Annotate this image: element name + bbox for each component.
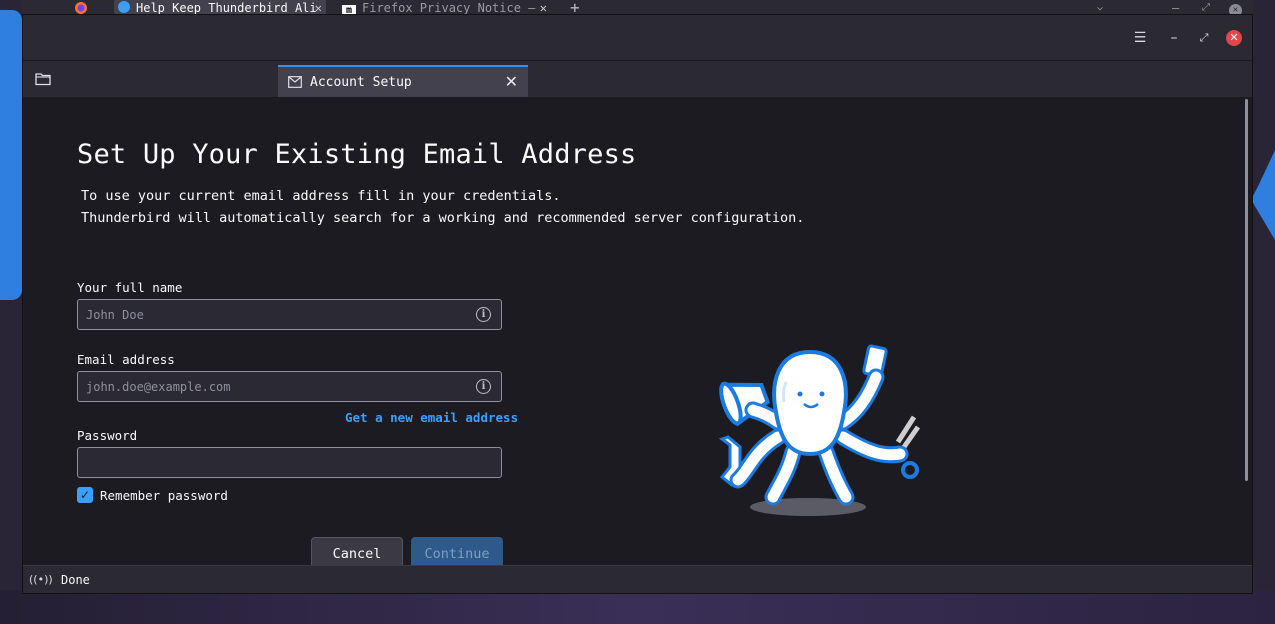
- password-input[interactable]: [78, 448, 501, 477]
- email-field: i: [77, 371, 502, 402]
- cancel-button[interactable]: Cancel: [311, 537, 403, 567]
- intro-line: To use your current email address fill i…: [81, 188, 561, 204]
- checkbox-checked-icon[interactable]: ✓: [77, 487, 93, 503]
- email-input[interactable]: [78, 372, 501, 401]
- account-setup-page: Set Up Your Existing Email Address To us…: [23, 97, 1252, 567]
- continue-button[interactable]: Continue: [411, 537, 503, 567]
- thunderbird-octopus-illustration: [718, 344, 921, 516]
- minimize-button[interactable]: –: [1165, 29, 1183, 47]
- remember-password-label: Remember password: [100, 487, 228, 503]
- activity-icon[interactable]: ((•)): [29, 573, 53, 587]
- tab-account-setup[interactable]: Account Setup ✕: [278, 65, 528, 97]
- password-field: [77, 447, 502, 478]
- full-name-field: i: [77, 299, 502, 330]
- intro-text: To use your current email address fill i…: [81, 185, 804, 229]
- status-bar: ((•)) Done: [23, 565, 1252, 593]
- close-icon[interactable]: ✕: [505, 72, 518, 91]
- info-icon[interactable]: i: [476, 379, 491, 394]
- mail-setup-icon: [288, 76, 302, 88]
- browser-tab-label: Help Keep Thunderbird Ali: [136, 1, 317, 15]
- desktop-wallpaper-stripe: [1251, 150, 1275, 240]
- desktop-wallpaper: [0, 590, 1275, 624]
- folder-icon[interactable]: [35, 71, 53, 87]
- tab-favicon-icon: [118, 1, 130, 13]
- desktop-wallpaper-stripe: [0, 10, 22, 300]
- scrollbar[interactable]: [1245, 99, 1248, 481]
- thunderbird-window: ☰ – ⤢ ✕ Account Setup ✕ Set Up Your Exis…: [22, 14, 1253, 594]
- menu-icon[interactable]: ☰: [1131, 29, 1149, 47]
- info-icon[interactable]: i: [476, 307, 491, 322]
- password-label: Password: [77, 428, 138, 443]
- get-new-email-link[interactable]: Get a new email address: [345, 410, 518, 425]
- remember-password-checkbox[interactable]: ✓ Remember password: [77, 487, 228, 503]
- browser-tab-label: Firefox Privacy Notice —: [362, 1, 536, 15]
- intro-line: Thunderbird will automatically search fo…: [81, 210, 805, 226]
- full-name-input[interactable]: [78, 300, 501, 329]
- email-label: Email address: [77, 352, 175, 367]
- status-text: Done: [61, 572, 90, 587]
- tabs-bar: Account Setup ✕: [23, 61, 1252, 97]
- close-window-button[interactable]: ✕: [1226, 30, 1242, 46]
- tab-label: Account Setup: [310, 74, 412, 90]
- maximize-button[interactable]: ⤢: [1195, 29, 1213, 47]
- page-title: Set Up Your Existing Email Address: [77, 139, 637, 170]
- titlebar: ☰ – ⤢ ✕: [23, 15, 1252, 61]
- full-name-label: Your full name: [77, 280, 183, 295]
